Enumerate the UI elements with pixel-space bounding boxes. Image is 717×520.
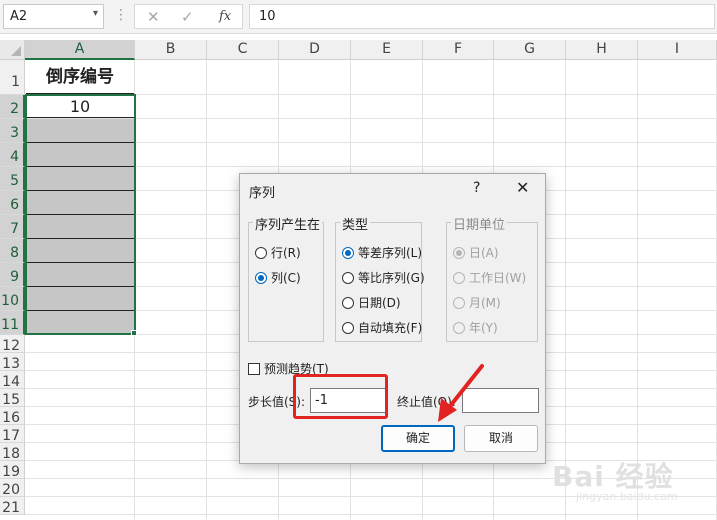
pointer-arrow-icon	[438, 364, 484, 422]
watermark-url: jingyan.baidu.com	[576, 490, 678, 503]
watermark-logo: Bai 经验	[552, 460, 674, 493]
